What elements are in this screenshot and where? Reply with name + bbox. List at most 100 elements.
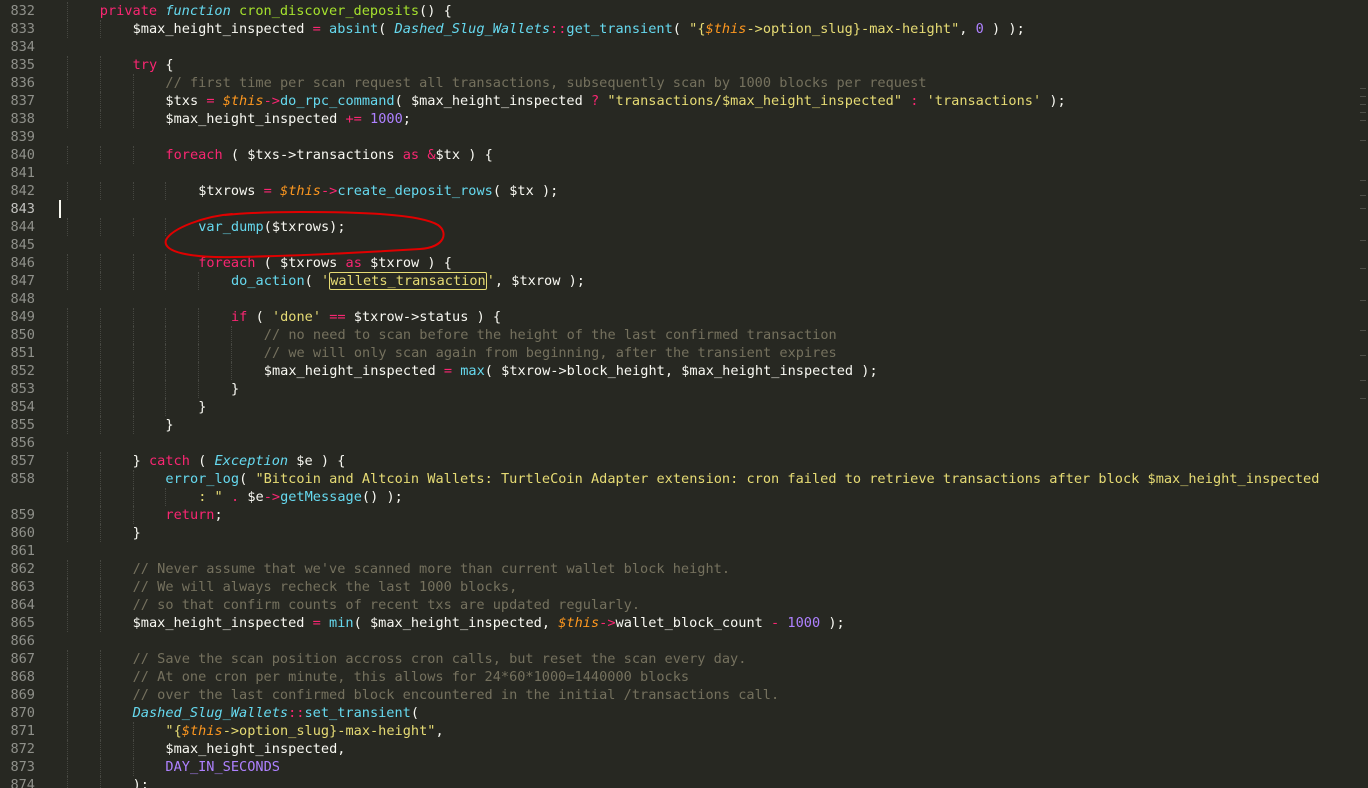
- code-line[interactable]: do_action( 'wallets_transaction', $txrow…: [58, 272, 1368, 290]
- code-text: try {: [133, 56, 174, 74]
- code-editor[interactable]: 832 833 834 835 836 837 838 839 840 841 842 843 844 8…: [0, 0, 1368, 788]
- code-line[interactable]: } catch ( Exception $e ) {: [58, 452, 1368, 470]
- code-token: (: [353, 615, 370, 631]
- code-line[interactable]: [58, 236, 1368, 254]
- code-line[interactable]: // over the last confirmed block encount…: [58, 686, 1368, 704]
- code-line[interactable]: // Save the scan position accross cron c…: [58, 650, 1368, 668]
- code-token: catch: [148, 453, 199, 469]
- code-text: $max_height_inspected += 1000;: [165, 110, 411, 128]
- code-line[interactable]: : " . $e->getMessage() );: [58, 488, 1368, 506]
- indent-guide: [132, 506, 134, 524]
- indent-guide: [99, 92, 101, 110]
- code-line[interactable]: var_dump($txrows);: [58, 218, 1368, 236]
- code-area[interactable]: private function cron_discover_deposits(…: [58, 0, 1368, 788]
- code-line[interactable]: );: [58, 776, 1368, 788]
- code-line[interactable]: }: [58, 524, 1368, 542]
- indent-guide: [67, 74, 68, 92]
- indent-guide: [99, 20, 101, 38]
- code-line[interactable]: foreach ( $txrows as $txrow ) {: [58, 254, 1368, 272]
- code-line[interactable]: // no need to scan before the height of …: [58, 326, 1368, 344]
- indent-guide: [99, 686, 101, 704]
- code-line[interactable]: // so that confirm counts of recent txs …: [58, 596, 1368, 614]
- line-number: 857: [10, 453, 35, 469]
- line-number: 856: [10, 435, 35, 451]
- code-line[interactable]: return;: [58, 506, 1368, 524]
- indent-guide: [231, 362, 232, 380]
- indent-guide: [231, 326, 232, 344]
- line-number: 852: [10, 363, 35, 379]
- text-cursor: [59, 200, 61, 218]
- minimap-mark: [1360, 104, 1366, 105]
- code-token: var_dump: [198, 219, 264, 235]
- code-line[interactable]: if ( 'done' == $txrow->status ) {: [58, 308, 1368, 326]
- code-line[interactable]: [58, 632, 1368, 650]
- code-line[interactable]: $txrows = $this->create_deposit_rows( $t…: [58, 182, 1368, 200]
- code-line[interactable]: $max_height_inspected += 1000;: [58, 110, 1368, 128]
- code-line[interactable]: [58, 128, 1368, 146]
- code-line[interactable]: // we will only scan again from beginnin…: [58, 344, 1368, 362]
- code-line[interactable]: $txs = $this->do_rpc_command( $max_heigh…: [58, 92, 1368, 110]
- indent-guide: [67, 614, 68, 632]
- code-line[interactable]: [58, 164, 1368, 182]
- code-line[interactable]: }: [58, 380, 1368, 398]
- code-line[interactable]: // first time per scan request all trans…: [58, 74, 1368, 92]
- code-token: ': [486, 273, 495, 289]
- code-line[interactable]: [58, 38, 1368, 56]
- code-token: function: [165, 3, 239, 19]
- code-line[interactable]: "{$this->option_slug}-max-height",: [58, 722, 1368, 740]
- line-number: 848: [10, 291, 35, 307]
- indent-guide: [99, 146, 101, 164]
- code-token: ->option_slug}-max-height": [746, 21, 960, 37]
- code-line[interactable]: try {: [58, 56, 1368, 74]
- code-token: // Never assume that we've scanned more …: [132, 561, 731, 577]
- code-line[interactable]: private function cron_discover_deposits(…: [58, 2, 1368, 20]
- code-line[interactable]: $max_height_inspected = max( $txrow->blo…: [58, 362, 1368, 380]
- code-line[interactable]: }: [58, 398, 1368, 416]
- line-number-gutter[interactable]: 832 833 834 835 836 837 838 839 840 841 842 843 844 8…: [0, 0, 58, 788]
- code-token: );: [1041, 93, 1066, 109]
- indent-guide: [132, 254, 134, 272]
- code-line[interactable]: // Never assume that we've scanned more …: [58, 560, 1368, 578]
- code-token: foreach: [198, 255, 264, 271]
- code-line[interactable]: error_log( "Bitcoin and Altcoin Wallets:…: [58, 470, 1368, 488]
- minimap-scrollbar[interactable]: [1350, 0, 1368, 788]
- code-line[interactable]: Dashed_Slug_Wallets::set_transient(: [58, 704, 1368, 722]
- indent-guide: [132, 74, 134, 92]
- code-line[interactable]: // We will always recheck the last 1000 …: [58, 578, 1368, 596]
- line-number: 838: [10, 111, 35, 127]
- indent-guide: [132, 308, 134, 326]
- indent-guide: [99, 722, 101, 740]
- line-number: 866: [10, 633, 35, 649]
- code-line[interactable]: $max_height_inspected = absint( Dashed_S…: [58, 20, 1368, 38]
- code-token: $max_height_inspected: [165, 741, 338, 757]
- line-number: 854: [10, 399, 35, 415]
- indent-guide: [67, 740, 68, 758]
- code-token: .: [230, 489, 240, 505]
- code-line[interactable]: DAY_IN_SECONDS: [58, 758, 1368, 776]
- code-token: $tx: [435, 147, 469, 163]
- code-line[interactable]: foreach ( $txs->transactions as &$tx ) {: [58, 146, 1368, 164]
- code-line[interactable]: $max_height_inspected,: [58, 740, 1368, 758]
- code-token: (: [230, 147, 248, 163]
- code-line[interactable]: }: [58, 416, 1368, 434]
- code-token: ::: [550, 21, 567, 37]
- line-number: 862: [10, 561, 35, 577]
- code-token: Dashed_Slug_Wallets: [394, 21, 551, 37]
- indent-guide: [67, 686, 68, 704]
- code-token: (: [263, 255, 281, 271]
- code-line[interactable]: [58, 290, 1368, 308]
- code-token: ,: [959, 21, 976, 37]
- code-token: ->option_slug}-max-height": [222, 723, 436, 739]
- code-line[interactable]: $max_height_inspected = min( $max_height…: [58, 614, 1368, 632]
- minimap-mark: [1360, 120, 1366, 121]
- code-line[interactable]: [58, 434, 1368, 452]
- code-line[interactable]: // At one cron per minute, this allows f…: [58, 668, 1368, 686]
- indent-guide: [132, 110, 134, 128]
- code-token: get_transient: [566, 21, 673, 37]
- code-line[interactable]: [58, 542, 1368, 560]
- indent-guide: [165, 380, 167, 398]
- code-token: min: [329, 615, 354, 631]
- indent-guide: [99, 218, 101, 236]
- code-line[interactable]: [58, 200, 1368, 218]
- code-token: (: [378, 21, 395, 37]
